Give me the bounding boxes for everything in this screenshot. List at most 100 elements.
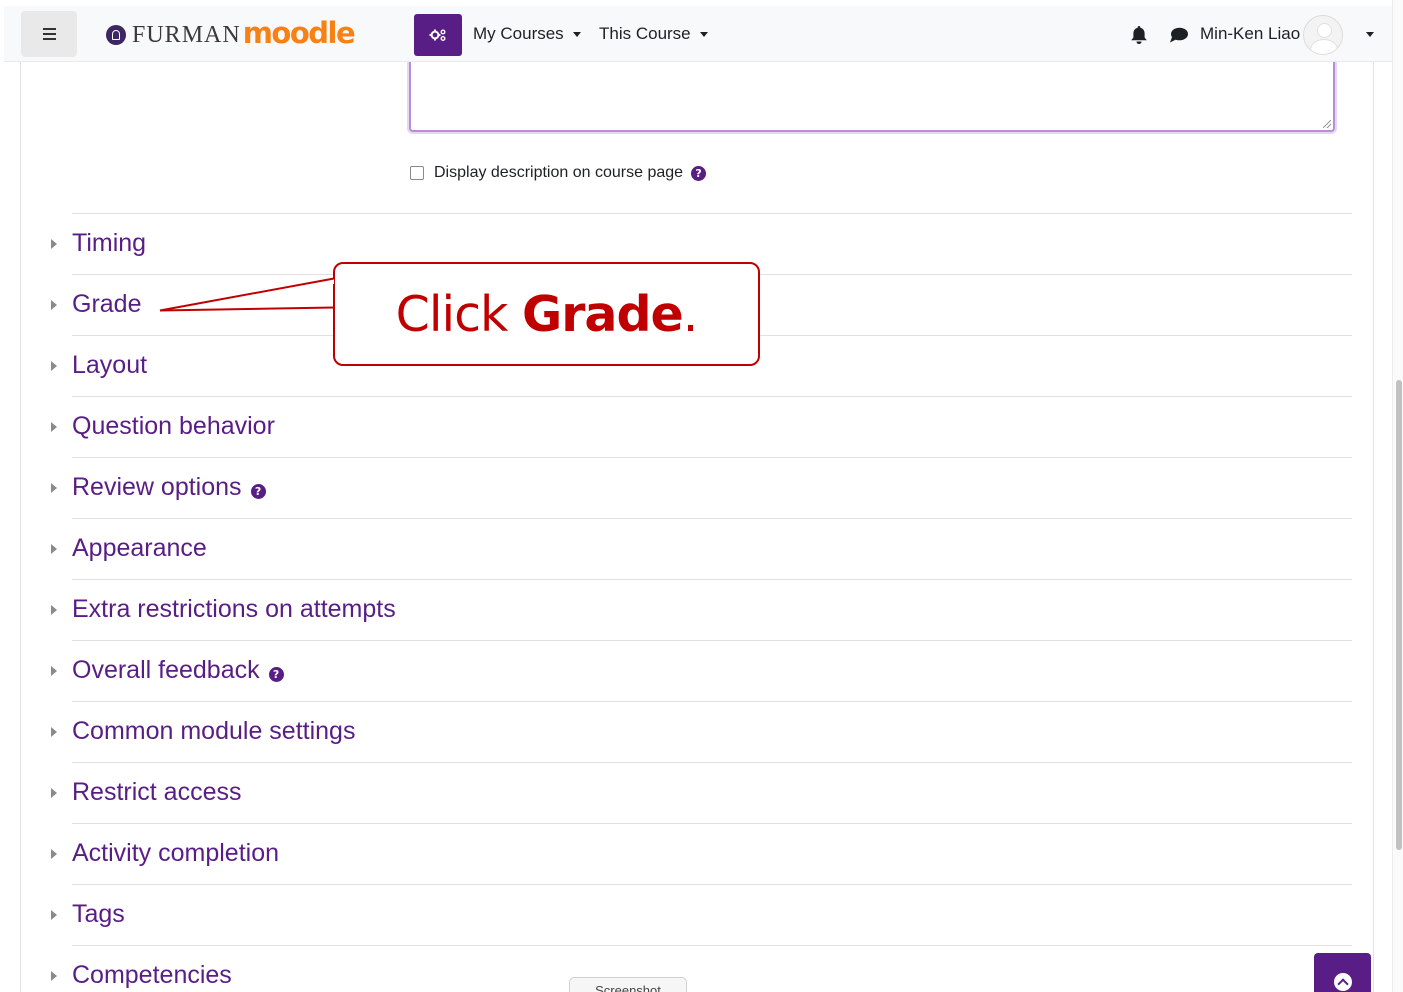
section-title[interactable]: Tags (72, 900, 125, 929)
this-course-label: This Course (599, 24, 691, 43)
avatar[interactable] (1303, 15, 1343, 55)
section-row-activity-completion[interactable]: Activity completion (0, 823, 1403, 884)
section-title[interactable]: Competencies (72, 961, 232, 990)
section-divider (72, 762, 1352, 763)
section-title[interactable]: Appearance (72, 534, 207, 563)
caret-right-icon[interactable] (51, 727, 57, 737)
user-name[interactable]: Min-Ken Liao (1200, 24, 1300, 44)
section-title[interactable]: Common module settings (72, 717, 355, 746)
top-navbar: FURMAN moodle My Courses This Course Min… (4, 6, 1392, 62)
site-logo[interactable]: FURMAN moodle (106, 16, 356, 52)
callout-prefix: Click (395, 285, 522, 343)
caret-right-icon[interactable] (51, 910, 57, 920)
action-menu-button[interactable] (414, 14, 462, 56)
section-label: Extra restrictions on attempts (72, 595, 396, 623)
section-title[interactable]: Layout (72, 351, 147, 380)
section-row-extra-restrictions-on-attempts[interactable]: Extra restrictions on attempts (0, 579, 1403, 640)
section-title[interactable]: Restrict access (72, 778, 241, 807)
display-description-label[interactable]: Display description on course page (434, 164, 683, 182)
help-icon[interactable]: ? (691, 165, 707, 181)
hamburger-icon (43, 28, 56, 30)
caret-right-icon[interactable] (51, 361, 57, 371)
this-course-menu[interactable]: This Course (599, 24, 708, 44)
help-icon[interactable]: ? (250, 484, 266, 499)
section-label: Overall feedback (72, 656, 260, 684)
my-courses-menu[interactable]: My Courses (473, 24, 581, 44)
screenshot-tab[interactable]: Screenshot (569, 977, 687, 992)
section-divider (72, 518, 1352, 519)
callout-emphasis: Grade (522, 285, 684, 343)
my-courses-label: My Courses (473, 24, 564, 43)
section-title[interactable]: Review options? (72, 473, 266, 502)
back-to-top-button[interactable] (1314, 953, 1371, 992)
section-row-appearance[interactable]: Appearance (0, 518, 1403, 579)
section-label: Common module settings (72, 717, 356, 745)
section-label: Tags (72, 900, 125, 928)
caret-right-icon[interactable] (51, 666, 57, 676)
section-label: Review options (72, 473, 242, 501)
section-title[interactable]: Extra restrictions on attempts (72, 595, 396, 624)
logo-furman-text: FURMAN (132, 21, 241, 48)
section-row-restrict-access[interactable]: Restrict access (0, 762, 1403, 823)
hamburger-icon-bar (43, 33, 56, 35)
resize-grip-icon[interactable] (1323, 120, 1331, 128)
scrollbar-thumb[interactable] (1396, 380, 1402, 850)
section-row-common-module-settings[interactable]: Common module settings (0, 701, 1403, 762)
bell-icon[interactable] (1130, 25, 1148, 45)
section-label: Question behavior (72, 412, 275, 440)
section-divider (72, 579, 1352, 580)
section-row-competencies[interactable]: Competencies (0, 945, 1403, 992)
chevron-down-icon (572, 31, 581, 37)
section-divider (72, 945, 1352, 946)
chevron-down-icon (699, 31, 708, 37)
avatar-body (1310, 39, 1338, 54)
section-title[interactable]: Question behavior (72, 412, 275, 441)
furman-seal-icon (106, 25, 126, 45)
section-label: Appearance (72, 534, 207, 562)
page: FURMAN moodle My Courses This Course Min… (0, 0, 1403, 992)
section-title[interactable]: Grade (72, 290, 141, 319)
avatar-head (1317, 23, 1332, 38)
callout-suffix: . (682, 285, 699, 343)
section-title[interactable]: Activity completion (72, 839, 279, 868)
section-label: Timing (72, 229, 147, 257)
caret-right-icon[interactable] (51, 544, 57, 554)
section-divider (72, 396, 1352, 397)
section-row-overall-feedback[interactable]: Overall feedback? (0, 640, 1403, 701)
section-divider (72, 701, 1352, 702)
section-divider (72, 640, 1352, 641)
section-row-question-behavior[interactable]: Question behavior (0, 396, 1403, 457)
caret-right-icon[interactable] (51, 788, 57, 798)
caret-right-icon[interactable] (51, 239, 57, 249)
caret-right-icon[interactable] (51, 483, 57, 493)
section-label: Competencies (72, 961, 232, 989)
callout-text: Click Grade. (395, 285, 699, 343)
caret-right-icon[interactable] (51, 300, 57, 310)
section-label: Layout (72, 351, 148, 379)
chat-bubble-icon[interactable] (1169, 26, 1189, 44)
caret-right-icon[interactable] (51, 971, 57, 981)
drawer-toggle-button[interactable] (21, 11, 77, 57)
section-divider (72, 457, 1352, 458)
section-divider (72, 823, 1352, 824)
logo-moodle-text: moodle (242, 16, 356, 50)
caret-right-icon[interactable] (51, 849, 57, 859)
display-description-checkbox[interactable] (410, 166, 424, 180)
caret-right-icon[interactable] (51, 422, 57, 432)
section-row-review-options[interactable]: Review options? (0, 457, 1403, 518)
display-description-option: Display description on course page ? (410, 164, 707, 182)
section-label: Activity completion (72, 839, 280, 867)
section-title[interactable]: Timing (72, 229, 146, 258)
section-divider (72, 213, 1352, 214)
section-row-tags[interactable]: Tags (0, 884, 1403, 945)
user-menu-chevron-down-icon[interactable] (1366, 32, 1374, 37)
gears-icon (429, 29, 446, 41)
caret-right-icon[interactable] (51, 605, 57, 615)
section-label: Restrict access (72, 778, 242, 806)
help-icon[interactable]: ? (268, 667, 284, 682)
section-title[interactable]: Overall feedback? (72, 656, 284, 685)
instruction-callout: Click Grade. (333, 262, 760, 366)
hamburger-icon-bar (43, 38, 56, 40)
section-divider (72, 884, 1352, 885)
section-label: Grade (72, 290, 142, 318)
